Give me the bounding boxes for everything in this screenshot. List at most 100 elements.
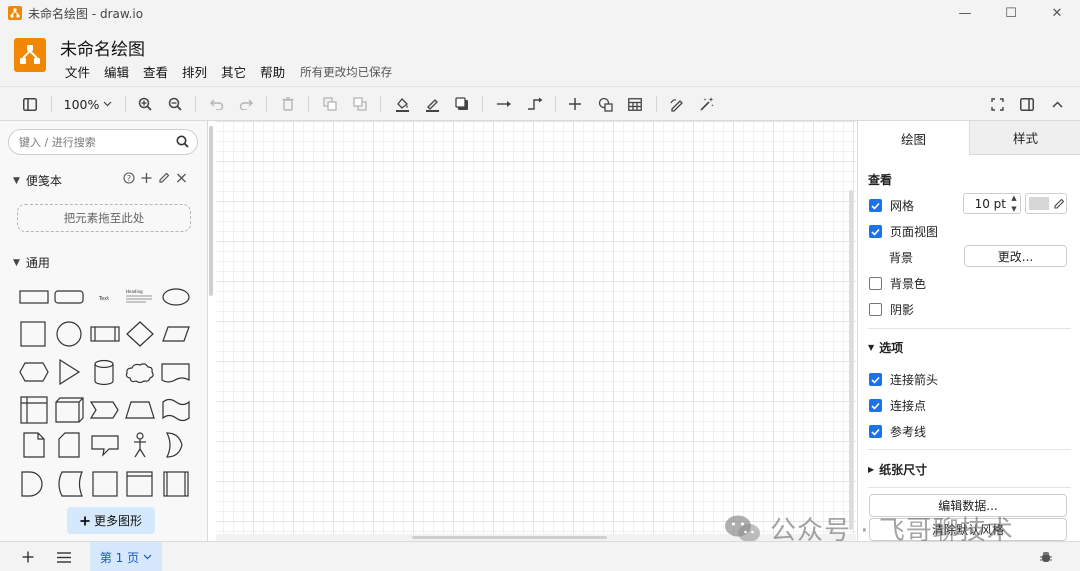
menu-arrange[interactable]: 排列: [175, 62, 214, 81]
zoom-dropdown[interactable]: 100%: [60, 87, 116, 121]
connection-points-option[interactable]: 连接点: [869, 397, 926, 414]
shape-text[interactable]: Text: [98, 296, 109, 302]
shape-cloud[interactable]: [125, 363, 154, 384]
grid-color-swatch[interactable]: [1029, 197, 1049, 210]
edit-pencil-icon[interactable]: [1053, 197, 1065, 210]
freehand-icon[interactable]: [667, 87, 687, 121]
bug-report-icon[interactable]: [1036, 542, 1056, 571]
shape-cube[interactable]: [55, 397, 84, 423]
insert-shapes-icon[interactable]: [595, 87, 615, 121]
shape-internal-storage[interactable]: [20, 396, 48, 424]
toggle-sidebar-icon[interactable]: [18, 87, 42, 121]
shape-step[interactable]: [89, 401, 119, 419]
shape-note[interactable]: [23, 432, 45, 458]
fullscreen-icon[interactable]: [987, 87, 1007, 121]
zoom-in-icon[interactable]: [135, 87, 155, 121]
close-scratchpad-icon[interactable]: [176, 172, 187, 187]
minimize-button[interactable]: —: [942, 0, 988, 26]
menu-file[interactable]: 文件: [58, 62, 97, 81]
scratchpad-drop-zone[interactable]: 把元素拖至此处: [17, 204, 191, 232]
fill-color-icon[interactable]: [392, 87, 412, 121]
background-color-checkbox[interactable]: [869, 277, 882, 290]
edit-pencil-icon[interactable]: [158, 172, 170, 187]
delete-icon[interactable]: [278, 87, 298, 121]
shape-stored-data[interactable]: [58, 471, 83, 497]
maximize-button[interactable]: ☐: [988, 0, 1034, 26]
search-icon[interactable]: [176, 135, 189, 148]
grid-size-spinner[interactable]: ▲ ▼: [1009, 194, 1019, 213]
page-view-checkbox[interactable]: [869, 225, 882, 238]
close-button[interactable]: ✕: [1034, 0, 1080, 26]
more-shapes-button[interactable]: 更多图形: [67, 507, 155, 534]
connection-points-checkbox[interactable]: [869, 399, 882, 412]
connection-arrow-icon[interactable]: [493, 87, 515, 121]
shape-diamond[interactable]: [126, 321, 154, 347]
shape-parallelogram[interactable]: [162, 326, 190, 342]
scratchpad-header[interactable]: ▼ 便笺本: [13, 172, 62, 189]
background-color-option[interactable]: 背景色: [869, 275, 926, 292]
insert-table-icon[interactable]: [625, 87, 645, 121]
guides-checkbox[interactable]: [869, 425, 882, 438]
shape-frame[interactable]: [92, 471, 118, 497]
format-panel-toggle-icon[interactable]: [1017, 87, 1037, 121]
change-background-button[interactable]: 更改...: [964, 245, 1067, 267]
grid-color-picker[interactable]: [1025, 193, 1067, 214]
shape-textbox[interactable]: Heading: [126, 289, 152, 303]
redo-icon[interactable]: [236, 87, 256, 121]
sidebar-scrollbar[interactable]: [209, 126, 213, 296]
page-view-option[interactable]: 页面视图: [869, 223, 938, 240]
shape-container[interactable]: [163, 471, 189, 497]
pages-menu-icon[interactable]: [52, 542, 76, 571]
shape-hexagon[interactable]: [19, 362, 49, 382]
shape-cylinder[interactable]: [94, 359, 114, 386]
shape-or[interactable]: [166, 432, 183, 458]
to-front-icon[interactable]: [320, 87, 340, 121]
to-back-icon[interactable]: [350, 87, 370, 121]
connection-arrows-option[interactable]: 连接箭头: [869, 371, 938, 388]
shadow-icon[interactable]: [452, 87, 472, 121]
shape-actor[interactable]: [134, 432, 146, 458]
shape-rectangle[interactable]: [19, 290, 49, 304]
grid-checkbox[interactable]: [869, 199, 882, 212]
add-icon[interactable]: [141, 172, 152, 187]
connection-arrows-checkbox[interactable]: [869, 373, 882, 386]
document-title[interactable]: 未命名绘图: [60, 35, 145, 60]
shape-delay[interactable]: [21, 471, 43, 497]
shape-process[interactable]: [90, 326, 120, 342]
menu-extras[interactable]: 其它: [214, 62, 253, 81]
shape-triangle[interactable]: [59, 358, 81, 386]
shape-square[interactable]: [20, 321, 46, 347]
shape-ellipse[interactable]: [162, 288, 190, 306]
shape-circle[interactable]: [56, 321, 82, 347]
search-input[interactable]: [19, 134, 169, 150]
shape-rounded-rectangle[interactable]: [54, 290, 84, 304]
shape-card[interactable]: [58, 432, 80, 458]
shape-document[interactable]: [161, 363, 190, 383]
help-icon[interactable]: ?: [123, 172, 135, 187]
line-color-icon[interactable]: [422, 87, 442, 121]
menu-help[interactable]: 帮助: [253, 62, 292, 81]
scrollbar-thumb[interactable]: [412, 536, 607, 539]
diagram-canvas[interactable]: [216, 121, 856, 534]
general-header[interactable]: ▼ 通用: [13, 254, 50, 271]
shadow-checkbox[interactable]: [869, 303, 882, 316]
shadow-option[interactable]: 阴影: [869, 301, 914, 318]
guides-option[interactable]: 参考线: [869, 423, 926, 440]
add-page-icon[interactable]: [16, 542, 40, 571]
insert-plus-icon[interactable]: [565, 87, 585, 121]
shape-callout[interactable]: [91, 435, 119, 457]
magic-wand-icon[interactable]: [697, 87, 717, 121]
paper-size-section-header[interactable]: ▶ 纸张尺寸: [868, 461, 927, 478]
waypoints-icon[interactable]: [524, 87, 546, 121]
chevron-down-icon[interactable]: [143, 554, 152, 560]
grid-option[interactable]: 网格: [869, 197, 914, 214]
shape-trapezoid[interactable]: [125, 401, 155, 419]
undo-icon[interactable]: [207, 87, 227, 121]
tab-style[interactable]: 样式: [969, 121, 1080, 155]
canvas-vertical-scrollbar[interactable]: [849, 190, 853, 530]
collapse-toolbar-icon[interactable]: [1047, 87, 1067, 121]
menu-view[interactable]: 查看: [136, 62, 175, 81]
page-tab-1[interactable]: 第 1 页: [90, 542, 162, 571]
shape-window[interactable]: [126, 471, 153, 497]
menu-edit[interactable]: 编辑: [97, 62, 136, 81]
